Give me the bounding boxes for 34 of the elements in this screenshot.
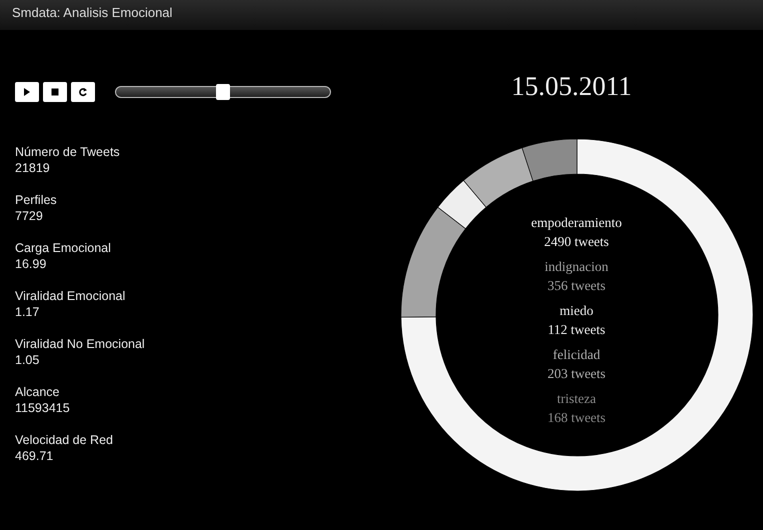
emotion-name: tristeza	[556, 390, 597, 408]
stop-icon	[50, 87, 60, 97]
stop-button[interactable]	[43, 82, 67, 102]
timeline-slider[interactable]	[115, 86, 331, 98]
stat-label: Carga Emocional	[15, 240, 112, 256]
emotion-name: indignacion	[544, 258, 610, 276]
stat-value: 1.17	[15, 304, 40, 320]
reload-icon	[78, 87, 88, 97]
stat-label: Perfiles	[15, 192, 58, 208]
stat-label: Velocidad de Red	[15, 432, 114, 448]
stat-value: 469.71	[15, 448, 54, 464]
play-icon	[22, 87, 32, 97]
date-label: 15.05.2011	[511, 70, 632, 103]
stat-label: Número de Tweets	[15, 144, 121, 160]
tweet-count: 203 tweets	[546, 364, 607, 382]
window-title: Smdata: Analisis Emocional	[12, 5, 172, 20]
stat-value: 7729	[15, 208, 44, 224]
stat-label: Alcance	[15, 384, 60, 400]
tweet-count: 112 tweets	[546, 320, 606, 338]
stat-value: 21819	[15, 160, 51, 176]
stat-value: 16.99	[15, 256, 48, 272]
emotion-name: miedo	[558, 302, 594, 320]
stat-label: Viralidad No Emocional	[15, 336, 146, 352]
slider-thumb[interactable]	[216, 84, 230, 100]
emotion-name: felicidad	[552, 346, 602, 364]
emotion-name: empoderamiento	[530, 214, 623, 232]
reload-button[interactable]	[71, 82, 95, 102]
play-button[interactable]	[15, 82, 39, 102]
stat-label: Viralidad Emocional	[15, 288, 126, 304]
tweet-count: 168 tweets	[546, 408, 607, 426]
tweet-count: 356 tweets	[546, 276, 607, 294]
stat-value: 11593415	[15, 400, 71, 416]
stat-value: 1.05	[15, 352, 40, 368]
tweet-count: 2490 tweets	[543, 232, 610, 250]
